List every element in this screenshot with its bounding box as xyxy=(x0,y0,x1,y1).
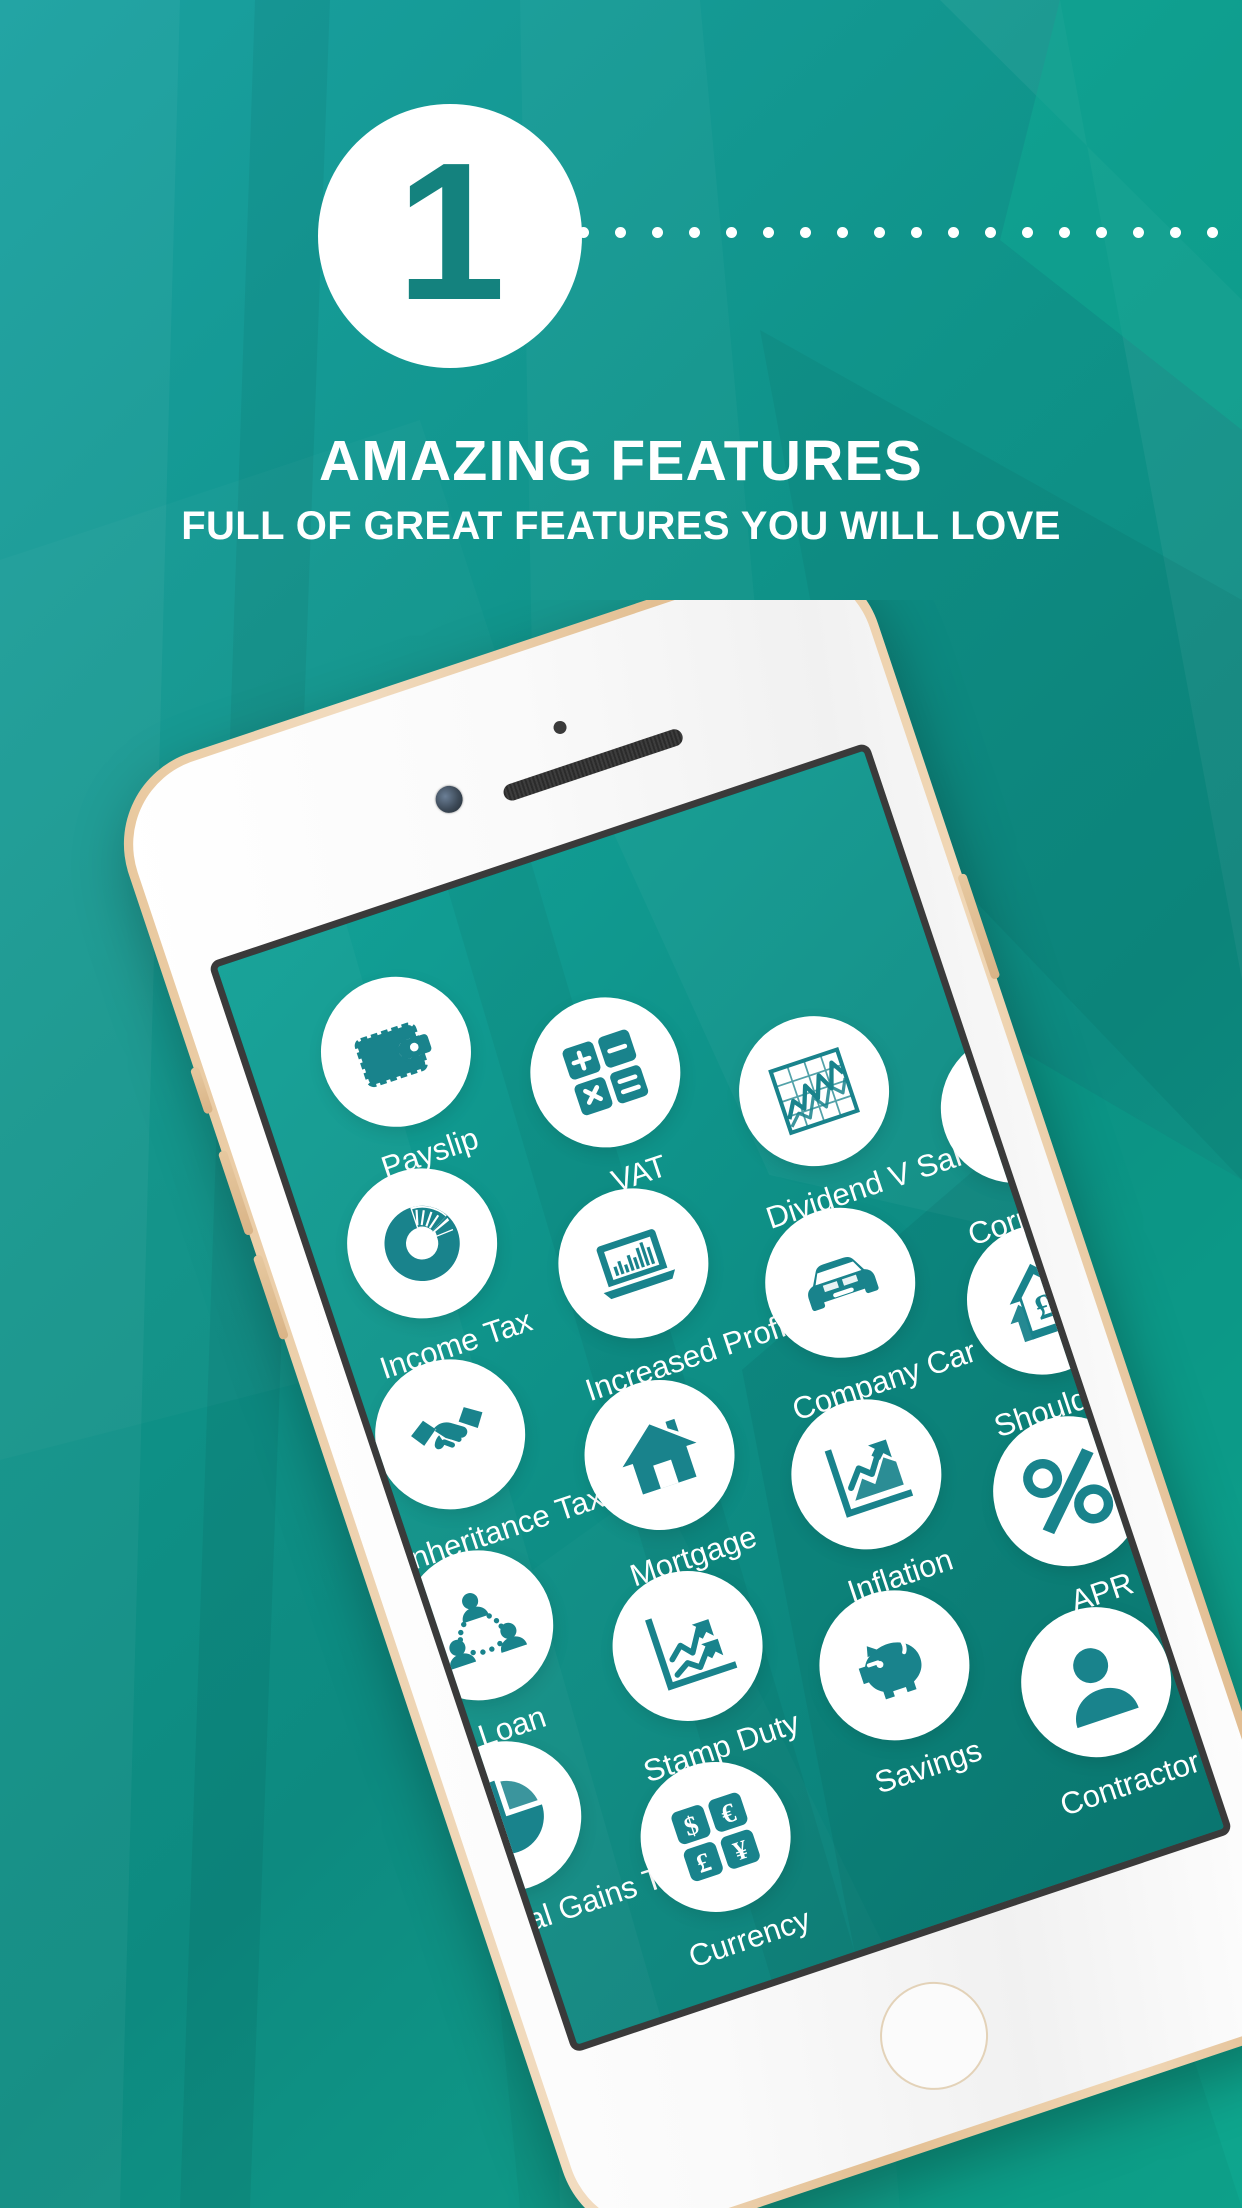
pie-chart-icon xyxy=(411,1721,602,1912)
earpiece-speaker-icon xyxy=(501,727,685,803)
connector-dot xyxy=(911,226,922,238)
connector-dot xyxy=(837,226,848,238)
step-badge: 1 xyxy=(318,104,582,368)
phone-mockup-stage: Payslip VAT Dividend V Salary Corporation T… xyxy=(0,600,1242,2208)
connector-dot xyxy=(615,226,626,238)
people-network-icon xyxy=(383,1530,574,1721)
page-subtitle: FULL OF GREAT FEATURES YOU WILL LOVE xyxy=(181,504,1061,548)
phone-body: Payslip VAT Dividend V Salary Corporation T… xyxy=(109,600,1242,2208)
connector-dot xyxy=(1059,226,1070,238)
connector-dot xyxy=(578,226,589,238)
front-camera-icon xyxy=(432,782,467,817)
connector-dot xyxy=(726,226,737,238)
connector-dot xyxy=(800,226,811,238)
phone-device: Payslip VAT Dividend V Salary Corporation T… xyxy=(98,600,1242,2208)
step-number: 1 xyxy=(396,122,505,341)
connector-dot xyxy=(874,226,885,238)
phone-screen[interactable]: Payslip VAT Dividend V Salary Corporation T… xyxy=(208,741,1233,2054)
page-title: AMAZING FEATURES xyxy=(319,429,923,493)
step-badge-circle: 1 xyxy=(318,104,582,368)
connector-dot xyxy=(1022,226,1033,238)
connector-dot xyxy=(1170,226,1181,238)
connector-dot xyxy=(948,226,959,238)
proximity-sensor-icon xyxy=(551,719,569,736)
home-button[interactable] xyxy=(865,1967,1003,2105)
connector-dot xyxy=(1133,226,1144,238)
connector-dot xyxy=(1207,226,1218,238)
connector-dot xyxy=(1096,226,1107,238)
dotted-connector xyxy=(578,219,1242,245)
connector-dot xyxy=(985,226,996,238)
connector-dot xyxy=(763,226,774,238)
connector-dot xyxy=(689,226,700,238)
connector-dot xyxy=(652,226,663,238)
